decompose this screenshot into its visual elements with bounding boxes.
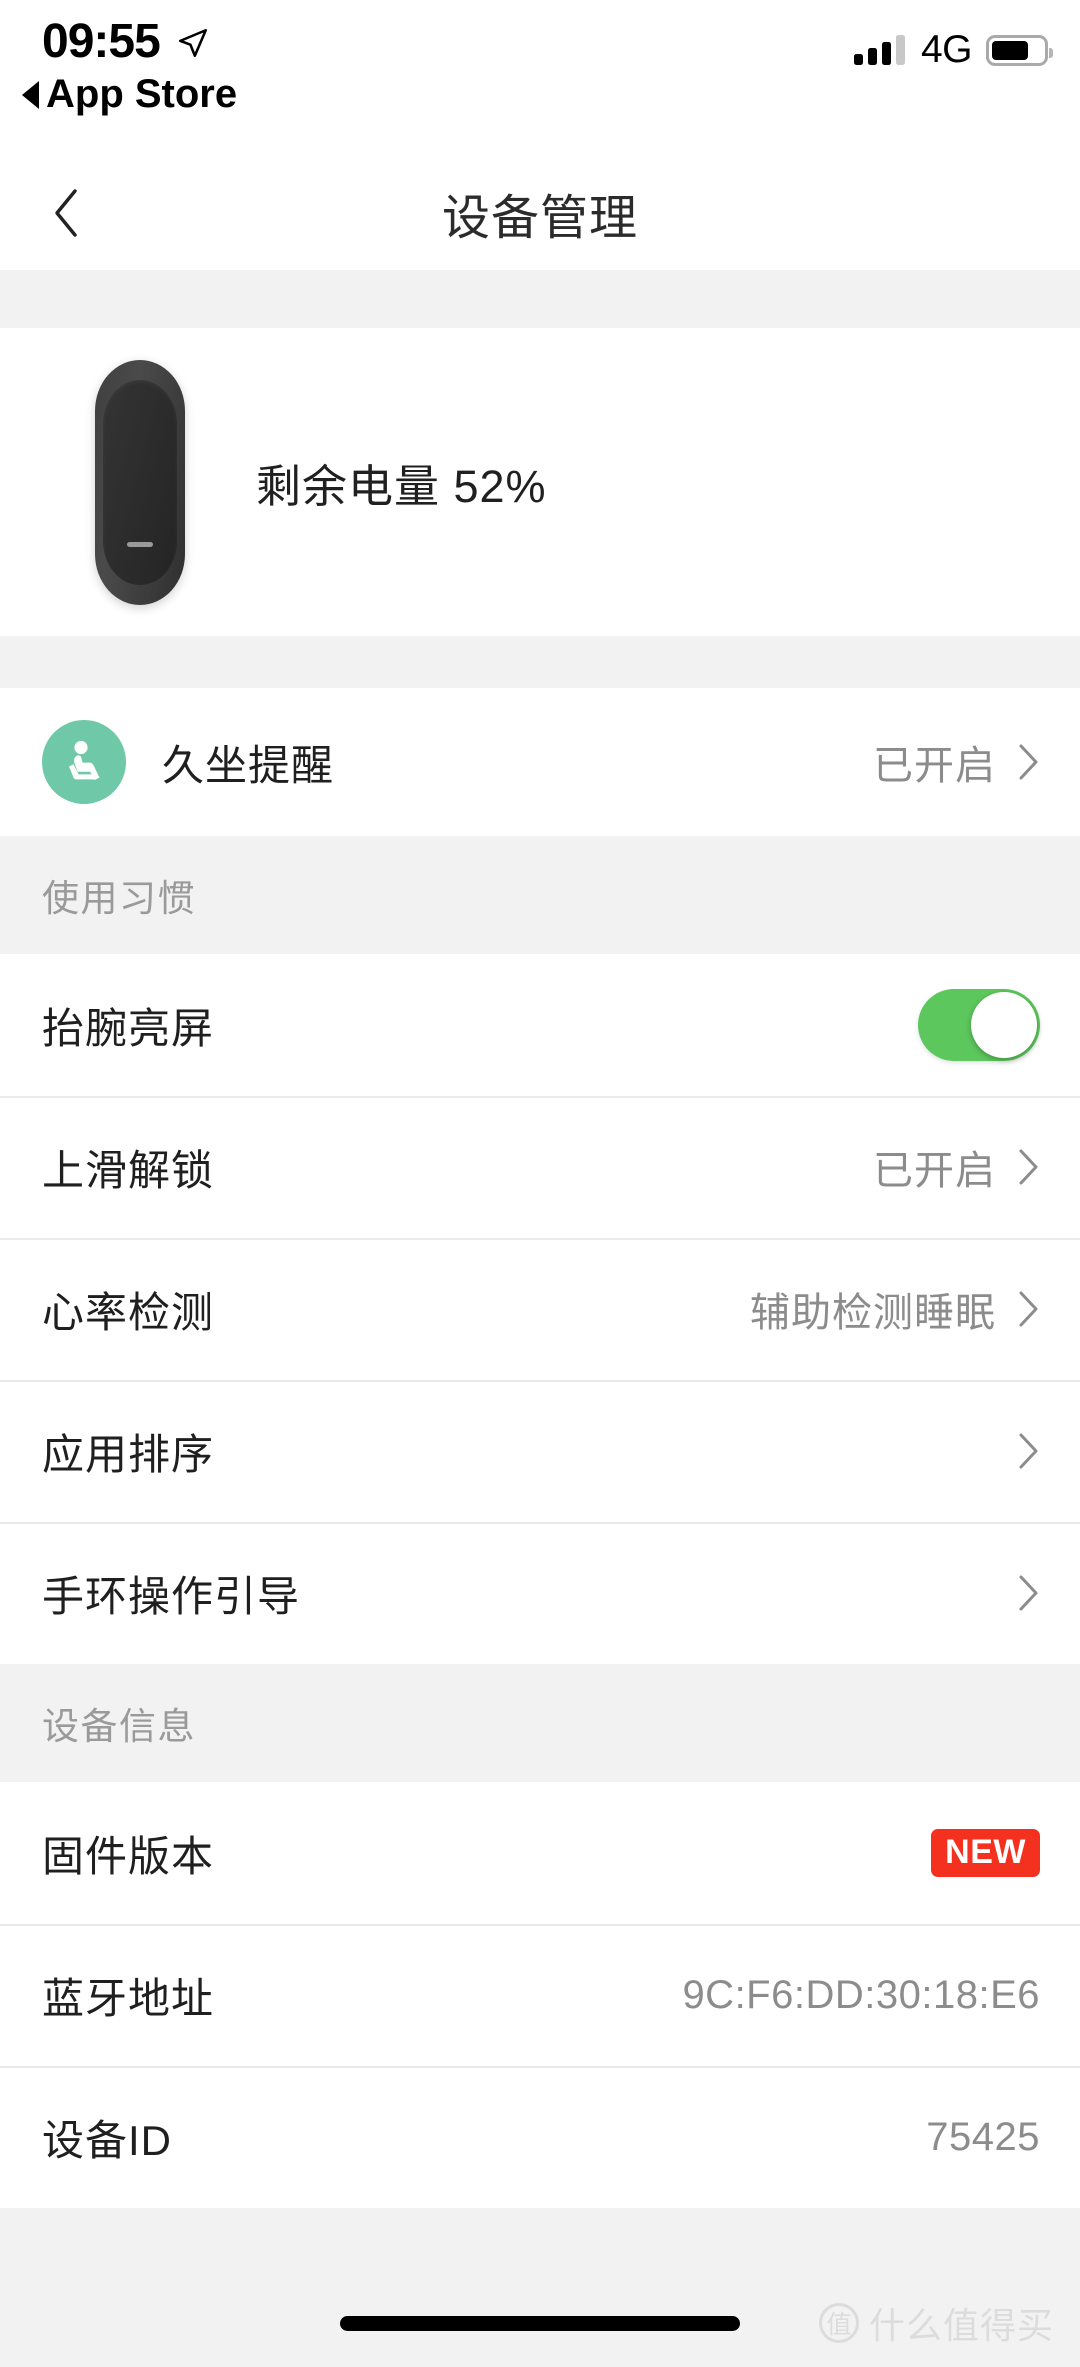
device-info-group: 固件版本 NEW 蓝牙地址 9C:F6:DD:30:18:E6 设备ID 754… [0, 1782, 1080, 2208]
section-spacer-mid [0, 636, 1080, 688]
status-bar-clock: 09:55 [42, 15, 161, 68]
signal-strength-icon [853, 35, 905, 65]
raise-wrist-wake-toggle[interactable] [918, 989, 1040, 1061]
device-id-label: 设备ID [42, 2116, 173, 2164]
row-sedentary-reminder[interactable]: 久坐提醒 已开启 [0, 688, 1080, 836]
smzdm-watermark: 值 什么值得买 [818, 2297, 1054, 2349]
section-header-device-info-label: 设备信息 [42, 1706, 196, 1747]
section-header-habits: 使用习惯 [0, 836, 1080, 954]
heart-rate-detection-value: 辅助检测睡眠 [750, 1291, 996, 1335]
row-swipe-unlock[interactable]: 上滑解锁 已开启 [0, 1096, 1080, 1238]
bottom-bar: 值 什么值得买 [0, 2208, 1080, 2367]
back-app-label: App Store [46, 72, 238, 116]
swipe-unlock-label: 上滑解锁 [42, 1146, 215, 1194]
chevron-right-icon [1018, 743, 1040, 781]
habits-group: 抬腕亮屏 上滑解锁 已开启 心率检测 辅助检测睡眠 应用排序 手环操作引导 [0, 954, 1080, 1664]
navigation-bar: 设备管理 [0, 155, 1080, 270]
battery-remaining-label: 剩余电量 52% [256, 460, 547, 512]
battery-icon [986, 34, 1053, 66]
toggle-knob [971, 992, 1037, 1058]
row-app-sorting[interactable]: 应用排序 [0, 1380, 1080, 1522]
chevron-right-icon [1018, 1148, 1040, 1186]
firmware-version-label: 固件版本 [42, 1832, 215, 1880]
device-summary-card[interactable]: 剩余电量 52% [0, 328, 1080, 636]
status-bar-indicators: 4G [853, 28, 1053, 72]
sedentary-reminder-label: 久坐提醒 [162, 741, 335, 789]
chevron-right-icon [1018, 1432, 1040, 1470]
bluetooth-address-value: 9C:F6:DD:30:18:E6 [682, 1972, 1040, 2017]
section-spacer-top [0, 270, 1080, 328]
swipe-unlock-value: 已开启 [873, 1149, 996, 1193]
location-arrow-icon [176, 26, 210, 60]
return-to-app-store-button[interactable]: App Store [22, 72, 237, 117]
heart-rate-detection-label: 心率检测 [42, 1288, 215, 1336]
section-header-habits-label: 使用习惯 [42, 878, 196, 919]
sedentary-group: 久坐提醒 已开启 [0, 688, 1080, 836]
row-band-operation-guide[interactable]: 手环操作引导 [0, 1522, 1080, 1664]
band-touch-button-icon [127, 541, 153, 547]
page-title: 设备管理 [441, 191, 638, 245]
phone-screen: 09:55 App Store 4G 设备管理 剩余电量 52% 久坐提醒 已开… [0, 0, 1080, 2367]
app-sorting-label: 应用排序 [42, 1430, 215, 1478]
smzdm-logo-icon: 值 [818, 2303, 859, 2343]
back-triangle-icon [22, 80, 39, 109]
bluetooth-address-label: 蓝牙地址 [42, 1974, 215, 2022]
new-badge: NEW [931, 1829, 1040, 1877]
chevron-right-icon [1018, 1290, 1040, 1328]
band-operation-guide-label: 手环操作引导 [42, 1572, 301, 1620]
row-device-id: 设备ID 75425 [0, 2066, 1080, 2208]
row-raise-wrist-wake[interactable]: 抬腕亮屏 [0, 954, 1080, 1096]
row-heart-rate-detection[interactable]: 心率检测 辅助检测睡眠 [0, 1238, 1080, 1380]
smzdm-watermark-text: 什么值得买 [868, 2305, 1054, 2346]
status-bar: 09:55 App Store 4G [0, 0, 1080, 155]
row-bluetooth-address: 蓝牙地址 9C:F6:DD:30:18:E6 [0, 1924, 1080, 2066]
row-firmware-version[interactable]: 固件版本 NEW [0, 1782, 1080, 1924]
seated-person-icon [42, 720, 126, 804]
section-header-device-info: 设备信息 [0, 1664, 1080, 1782]
chevron-right-icon [1018, 1574, 1040, 1612]
home-indicator[interactable] [340, 2316, 740, 2331]
mi-band-device-image [30, 359, 250, 605]
network-type-label: 4G [920, 28, 973, 71]
raise-wrist-wake-label: 抬腕亮屏 [42, 1004, 215, 1052]
sedentary-reminder-value: 已开启 [873, 744, 996, 788]
device-id-value: 75425 [926, 2114, 1040, 2159]
